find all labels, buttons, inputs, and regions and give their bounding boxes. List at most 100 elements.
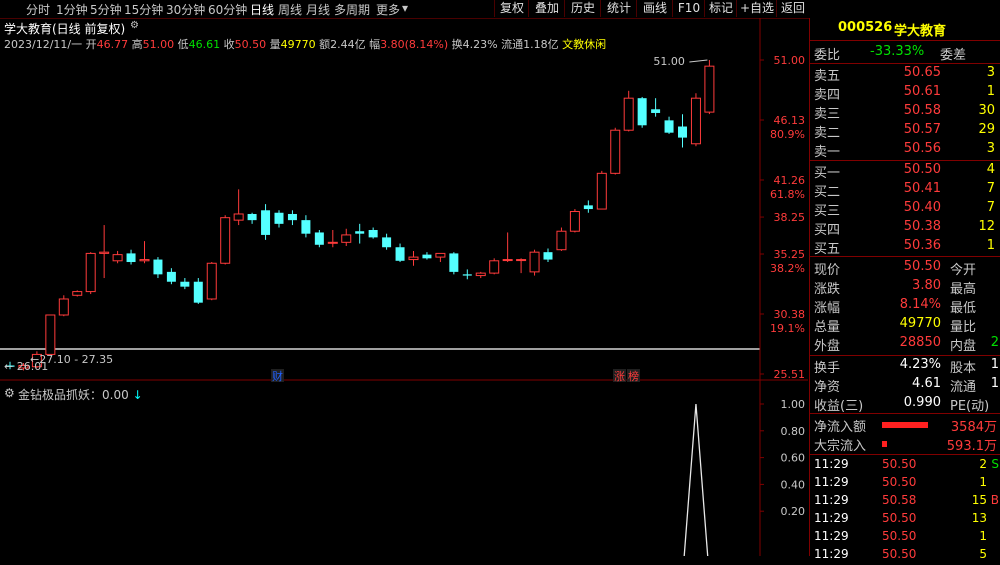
stock-title-row: 000526 学大教育: [810, 20, 1000, 39]
toolbar-button-8[interactable]: 返回: [776, 0, 809, 17]
tick-volume: 15: [971, 493, 987, 507]
period-toolbar: 分时 1分钟 5分钟 15分钟 30分钟 60分钟 日线 周线 月线 多周期 更多 ▾ 复权 叠加 历史统…: [0, 0, 1000, 19]
event-tag: 榜: [628, 369, 639, 383]
ask-row[interactable]: 卖四 50.61 1: [810, 84, 1000, 103]
stat2-label: 换手: [814, 361, 841, 376]
candle-body: [99, 251, 110, 254]
toolbar-button-3[interactable]: 统计: [600, 0, 637, 17]
candle-body: [287, 213, 297, 221]
ask-price: 50.56: [903, 141, 941, 156]
period-tab-9[interactable]: 多周期: [334, 1, 370, 18]
bid-row[interactable]: 买二 50.41 7: [810, 181, 1000, 200]
bid-volume: 7: [986, 200, 995, 215]
bid-row[interactable]: 买一 50.50 4: [810, 162, 1000, 181]
flow-label: 净流入额: [814, 420, 867, 435]
indicator-tick-label: 0.20: [781, 505, 806, 518]
info-float: 1.18亿: [523, 38, 559, 51]
info-high-label: 高: [131, 38, 143, 51]
candle-body: [395, 247, 405, 261]
chart-title: 学大教育(日线 前复权): [4, 22, 126, 36]
info-volume: 49770: [280, 38, 316, 51]
info-close: 50.50: [234, 38, 267, 51]
toolbar-button-5[interactable]: F10: [672, 0, 705, 17]
chart-canvas[interactable]: 51.00 46.1380.9% 41.2661.8% 38.25 35.2538.2%…: [0, 18, 808, 556]
period-tab-10[interactable]: 更多: [376, 1, 400, 18]
more-dropdown-icon[interactable]: ▾: [402, 1, 408, 15]
period-tab-4[interactable]: 30分钟: [166, 1, 205, 18]
stat-label-2: 内盘: [950, 339, 977, 354]
bid-volume: 4: [986, 162, 995, 177]
ask-volume: 3: [986, 65, 995, 80]
tick-time: 11:29: [814, 493, 849, 507]
candle-body: [408, 256, 419, 261]
period-tab-5[interactable]: 60分钟: [208, 1, 247, 18]
stat-label: 涨跌: [814, 282, 841, 297]
toolbar-button-6[interactable]: 标记: [704, 0, 737, 17]
stat2-value: 4.61: [912, 376, 941, 391]
bid-row[interactable]: 买三 50.40 7: [810, 200, 1000, 219]
bid-price: 50.41: [903, 181, 941, 196]
candle-body: [422, 254, 432, 259]
ask-volume: 30: [978, 103, 995, 118]
period-tab-1[interactable]: 1分钟: [56, 1, 88, 18]
tick-time: 11:29: [814, 529, 849, 543]
candle-body: [502, 259, 513, 262]
toolbar-button-2[interactable]: 历史: [564, 0, 601, 17]
bid-volume: 12: [978, 219, 995, 234]
pct-tick-label: 80.9%: [770, 128, 805, 141]
candle-body: [274, 212, 284, 224]
bid-volume: 1: [986, 238, 995, 253]
ask-price: 50.65: [903, 65, 941, 80]
candle-body: [233, 213, 244, 221]
toolbar-button-7[interactable]: +自选: [736, 0, 777, 17]
bid-label: 买一: [814, 166, 841, 181]
stat-label: 涨幅: [814, 301, 841, 316]
candle-body: [569, 211, 580, 232]
indicator-tick-label: 0.60: [781, 452, 806, 465]
bid-row[interactable]: 买五 50.36 1: [810, 238, 1000, 257]
candle-body: [610, 129, 621, 174]
candle-body: [314, 232, 324, 245]
period-tab-2[interactable]: 5分钟: [90, 1, 122, 18]
period-tab-8[interactable]: 月线: [306, 1, 330, 18]
candle-body: [126, 253, 136, 263]
stock-code: 000526: [838, 20, 893, 35]
tick-time: 11:29: [814, 457, 849, 471]
period-tab-0[interactable]: 分时: [26, 1, 50, 18]
info-turnover-label: 换: [451, 38, 463, 51]
range-label: ←27.10 - 27.35: [30, 353, 113, 366]
ask-row[interactable]: 卖二 50.57 29: [810, 122, 1000, 141]
indicator-gear-icon[interactable]: ⚙: [4, 386, 15, 400]
toolbar-button-1[interactable]: 叠加: [528, 0, 565, 17]
bid-volume: 7: [986, 181, 995, 196]
period-tab-6[interactable]: 日线: [250, 1, 274, 18]
period-tab-3[interactable]: 15分钟: [124, 1, 163, 18]
ask-volume: 29: [978, 122, 995, 137]
bid-row[interactable]: 买四 50.38 12: [810, 219, 1000, 238]
period-tab-7[interactable]: 周线: [278, 1, 302, 18]
ask-row[interactable]: 卖五 50.65 3: [810, 65, 1000, 84]
candle-body: [301, 220, 311, 234]
candle-body: [85, 252, 96, 293]
candle-body: [678, 126, 687, 138]
indicator-tick-label: 0.80: [781, 425, 806, 438]
tick-price: 50.50: [882, 511, 917, 525]
bid-label: 买四: [814, 223, 841, 238]
pct-tick-label: 19.1%: [770, 322, 805, 335]
candle-body: [382, 237, 392, 248]
tick-volume: 1: [979, 529, 987, 543]
bid-label: 买五: [814, 242, 841, 257]
ask-row[interactable]: 卖一 50.56 3: [810, 141, 1000, 160]
high-marker-label: 51.00: [653, 55, 685, 68]
ask-row[interactable]: 卖三 50.58 30: [810, 103, 1000, 122]
toolbar-button-4[interactable]: 画线: [636, 0, 673, 17]
ask-label: 卖四: [814, 88, 841, 103]
tick-price: 50.50: [882, 529, 917, 543]
toolbar-button-0[interactable]: 复权: [494, 0, 529, 17]
tick-price: 50.50: [882, 547, 917, 561]
stat-value-2: 2: [990, 335, 999, 350]
stat-label: 总量: [814, 320, 841, 335]
candle-body: [112, 254, 123, 262]
settings-gear-icon[interactable]: ⚙: [130, 20, 139, 31]
kline-chart-area[interactable]: 51.00 46.13 80.9% 41.26 61.8% 38.25 35.25 38.2%…: [0, 18, 808, 556]
